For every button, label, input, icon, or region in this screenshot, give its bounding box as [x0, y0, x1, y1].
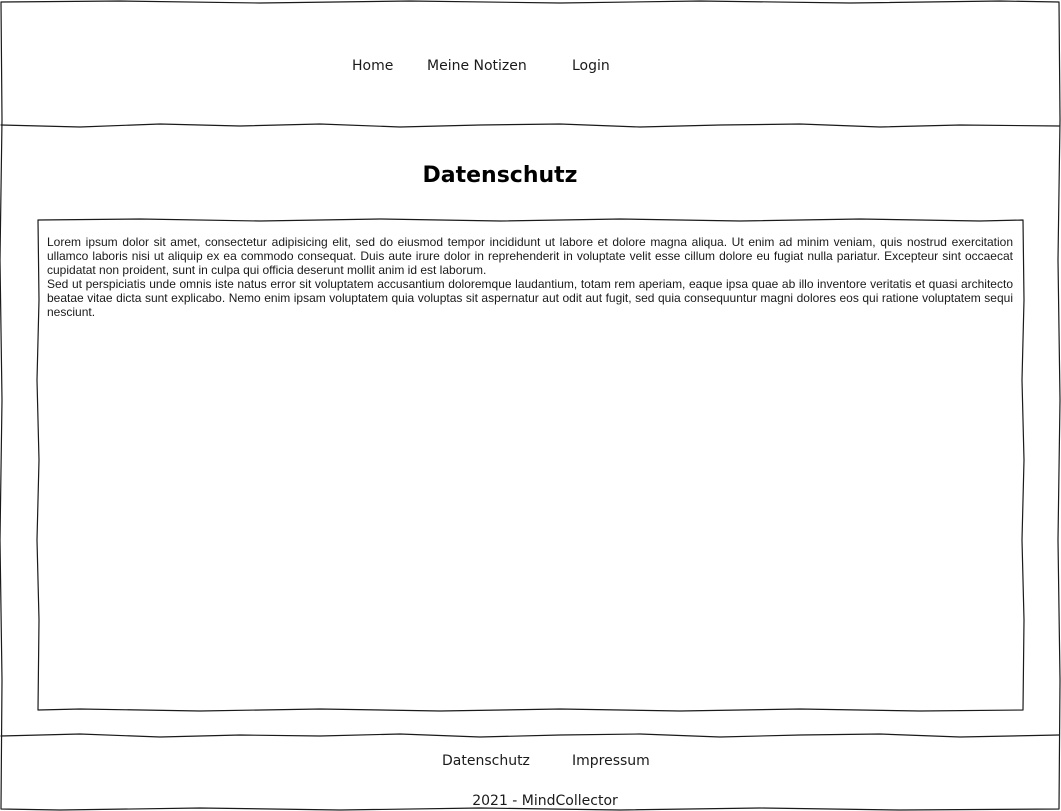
page-border	[0, 0, 1061, 811]
footer-privacy-link[interactable]: Datenschutz	[442, 752, 530, 770]
content-text: Lorem ipsum dolor sit amet, consectetur …	[47, 235, 1013, 319]
page-title: Datenschutz	[422, 163, 578, 188]
nav-notes-link[interactable]: Meine Notizen	[427, 57, 527, 75]
footer-divider	[0, 733, 1060, 738]
copyright-text: 2021 - MindCollector	[472, 793, 618, 809]
nav-home-link[interactable]: Home	[352, 57, 393, 75]
header-divider	[0, 123, 1060, 128]
content-paragraph: Lorem ipsum dolor sit amet, consectetur …	[47, 235, 1013, 277]
footer-imprint-link[interactable]: Impressum	[572, 752, 650, 770]
wireframe-frame	[0, 0, 1061, 811]
content-paragraph: Sed ut perspiciatis unde omnis iste natu…	[47, 277, 1013, 319]
nav-login-link[interactable]: Login	[572, 57, 610, 75]
